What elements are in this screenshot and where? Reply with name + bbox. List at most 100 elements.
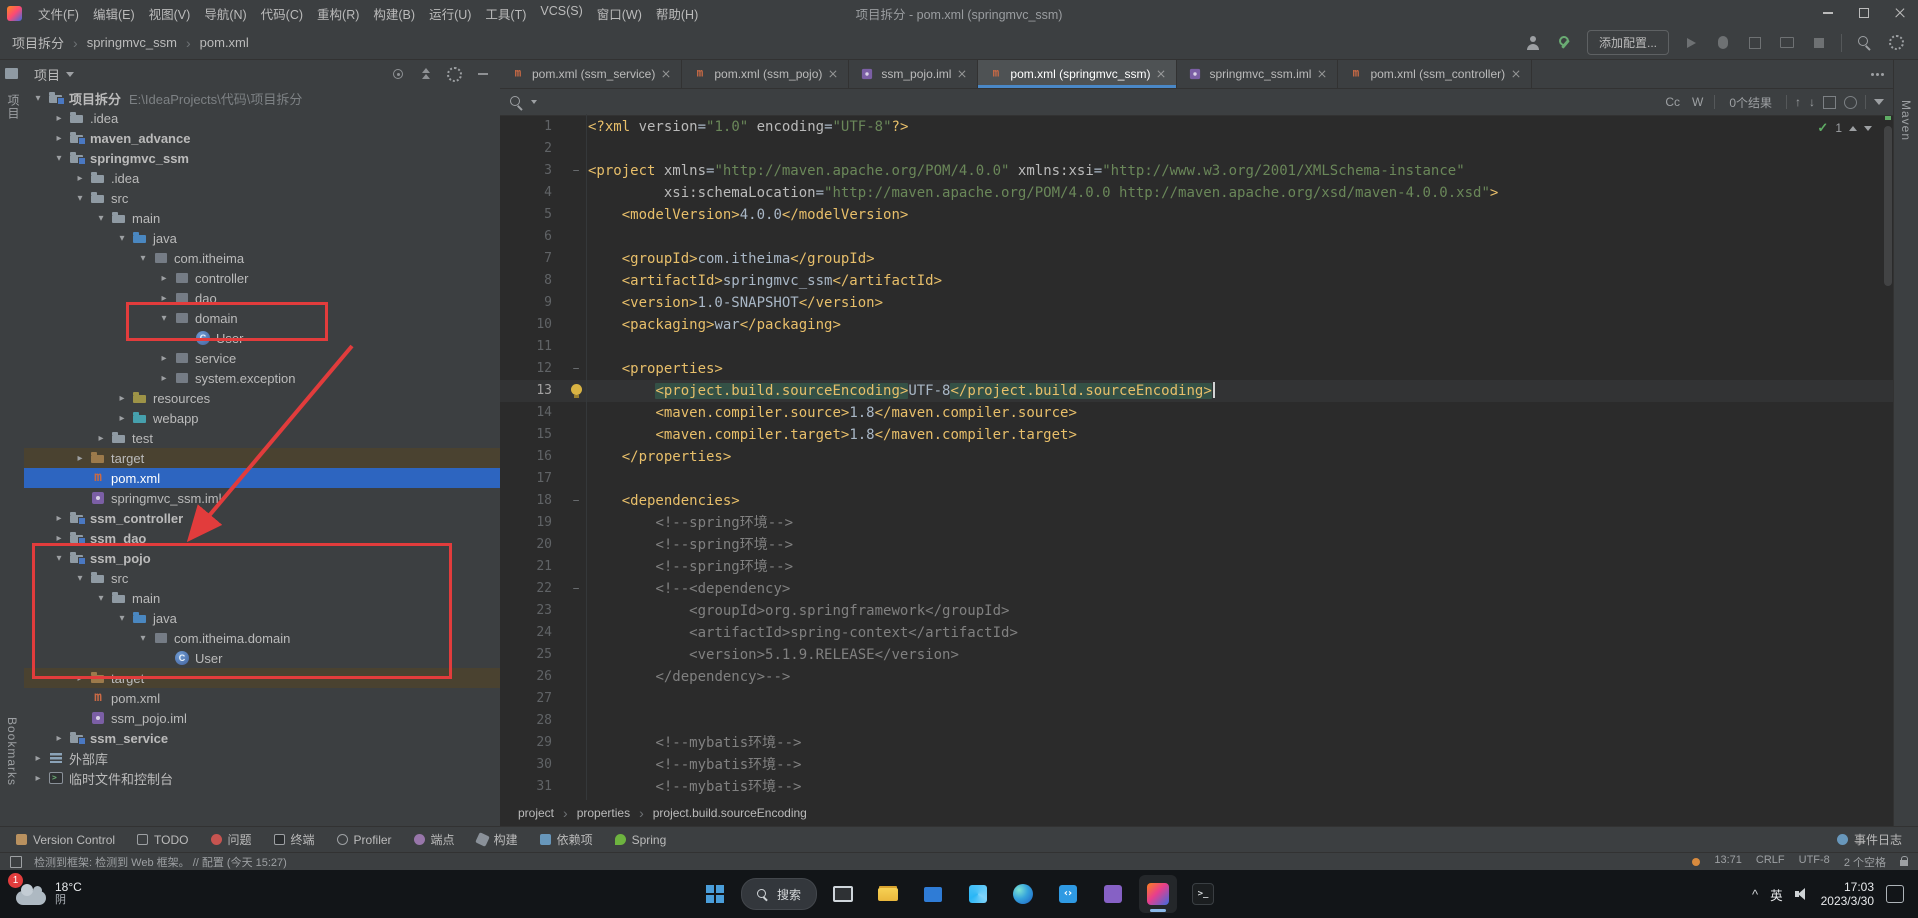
tree-chevron-icon[interactable]: ▸ [51,533,67,544]
editor-tab[interactable]: pom.xml (ssm_pojo) [682,60,849,88]
editor-tab[interactable]: springmvc_ssm.iml [1177,60,1338,88]
fold-marker-icon[interactable] [564,468,588,490]
background-task-icon[interactable] [1692,858,1700,866]
fold-marker-icon[interactable] [564,270,588,292]
tree-chevron-icon[interactable]: ▾ [93,213,109,224]
menu-item[interactable]: 重构(R) [310,1,366,26]
fold-marker-icon[interactable] [564,402,588,424]
menu-item[interactable]: VCS(S) [533,1,589,26]
search-input[interactable] [545,93,1654,111]
debug-button[interactable] [1713,33,1733,53]
minimize-button[interactable] [1810,0,1846,26]
tree-chevron-icon[interactable]: ▾ [30,93,46,104]
editor-breadcrumb-item[interactable]: project [518,806,554,820]
tree-chevron-icon[interactable]: ▾ [135,633,151,644]
tree-item[interactable]: ▸maven_advance [24,128,500,148]
tree-chevron-icon[interactable]: ▸ [156,353,172,364]
code-editor[interactable]: 1<?xml version="1.0" encoding="UTF-8"?>2… [500,114,1894,800]
next-result-icon[interactable]: ↓ [1809,95,1815,109]
file-explorer-app-icon[interactable] [869,875,907,913]
fold-marker-icon[interactable] [564,336,588,358]
intellij-idea-app-icon[interactable] [1139,875,1177,913]
tree-item[interactable]: ▾domain [24,308,500,328]
coverage-button[interactable] [1745,33,1765,53]
editor-tab[interactable]: pom.xml (ssm_service) [500,60,682,88]
fold-marker-icon[interactable] [564,248,588,270]
select-all-occurrences-icon[interactable] [1823,96,1836,109]
code-line[interactable]: 3−<project xmlns="http://maven.apache.or… [500,160,1894,182]
tree-chevron-icon[interactable]: ▸ [114,393,130,404]
tree-chevron-icon[interactable]: ▸ [93,433,109,444]
close-icon[interactable] [661,69,671,79]
tree-item[interactable]: ▸临时文件和控制台 [24,768,500,788]
code-line[interactable]: 6 [500,226,1894,248]
fold-marker-icon[interactable] [564,710,588,732]
tool-window-button-profiler[interactable]: Profiler [337,831,392,848]
tree-item[interactable]: ▸.idea [24,108,500,128]
microsoft-store-app-icon[interactable] [914,875,952,913]
tool-window-button-build[interactable]: 构建 [477,831,518,848]
ime-indicator[interactable]: 英 [1770,885,1783,904]
tree-chevron-icon[interactable]: ▸ [156,293,172,304]
tree-chevron-icon[interactable]: ▾ [93,593,109,604]
editor-tab[interactable]: ssm_pojo.iml [849,60,978,88]
code-line[interactable]: 20 <!--spring环境--> [500,534,1894,556]
collapse-all-icon[interactable] [419,67,433,81]
fold-marker-icon[interactable]: − [564,578,588,600]
fold-marker-icon[interactable] [564,754,588,776]
tool-window-button-problems[interactable]: 问题 [211,831,252,848]
volume-icon[interactable] [1795,888,1809,900]
stop-button[interactable] [1809,33,1829,53]
tree-item[interactable]: ▾项目拆分E:\IdeaProjects\代码\项目拆分 [24,88,500,108]
code-line[interactable]: 18− <dependencies> [500,490,1894,512]
taskbar-clock[interactable]: 17:03 2023/3/30 [1821,880,1874,908]
fold-marker-icon[interactable] [564,732,588,754]
close-icon[interactable] [957,69,967,79]
fold-marker-icon[interactable] [564,226,588,248]
menu-item[interactable]: 窗口(W) [590,1,649,26]
terminal-app-icon[interactable] [1184,875,1222,913]
photos-app-icon[interactable] [959,875,997,913]
tree-chevron-icon[interactable]: ▾ [51,153,67,164]
tool-window-button-todo[interactable]: TODO [137,831,188,848]
tree-chevron-icon[interactable]: ▸ [72,173,88,184]
tree-item[interactable]: ▾src [24,568,500,588]
lock-icon[interactable] [1900,860,1908,866]
close-button[interactable] [1882,0,1918,26]
project-stripe-icon[interactable] [5,68,18,79]
event-log-button[interactable]: 事件日志 [1837,831,1902,848]
chevron-down-icon[interactable] [66,72,74,77]
tree-item[interactable]: ▾src [24,188,500,208]
fold-marker-icon[interactable] [564,644,588,666]
fold-marker-icon[interactable] [564,600,588,622]
previous-problem-icon[interactable] [1849,126,1857,131]
run-button[interactable] [1681,33,1701,53]
menu-item[interactable]: 文件(F) [31,1,86,26]
code-line[interactable]: 8 <artifactId>springmvc_ssm</artifactId> [500,270,1894,292]
previous-result-icon[interactable]: ↑ [1795,95,1801,109]
code-line[interactable]: 15 <maven.compiler.target>1.8</maven.com… [500,424,1894,446]
fold-marker-icon[interactable] [564,688,588,710]
code-line[interactable]: 17 [500,468,1894,490]
code-line[interactable]: 22− <!--<dependency> [500,578,1894,600]
fold-marker-icon[interactable] [564,556,588,578]
menu-item[interactable]: 编辑(E) [86,1,142,26]
panel-settings-gear-icon[interactable] [447,67,462,82]
close-icon[interactable] [828,69,838,79]
fold-marker-icon[interactable] [564,314,588,336]
taskbar-search[interactable]: 搜索 [741,878,817,910]
tree-item[interactable]: ▸target [24,668,500,688]
tree-item[interactable]: ▾java [24,228,500,248]
code-line[interactable]: 9 <version>1.0-SNAPSHOT</version> [500,292,1894,314]
weather-widget[interactable]: 1 18°C 阴 [0,870,98,918]
code-line[interactable]: 11 [500,336,1894,358]
search-icon[interactable] [510,96,523,109]
status-item[interactable]: 13:71 [1714,854,1742,870]
editor-breadcrumb-item[interactable]: project.build.sourceEncoding [653,806,807,820]
tool-window-button-endpoints[interactable]: 端点 [414,831,455,848]
code-line[interactable]: 12− <properties> [500,358,1894,380]
fold-marker-icon[interactable] [564,138,588,160]
scrollbar-thumb[interactable] [1884,126,1892,286]
maximize-button[interactable] [1846,0,1882,26]
tree-chevron-icon[interactable]: ▸ [156,273,172,284]
